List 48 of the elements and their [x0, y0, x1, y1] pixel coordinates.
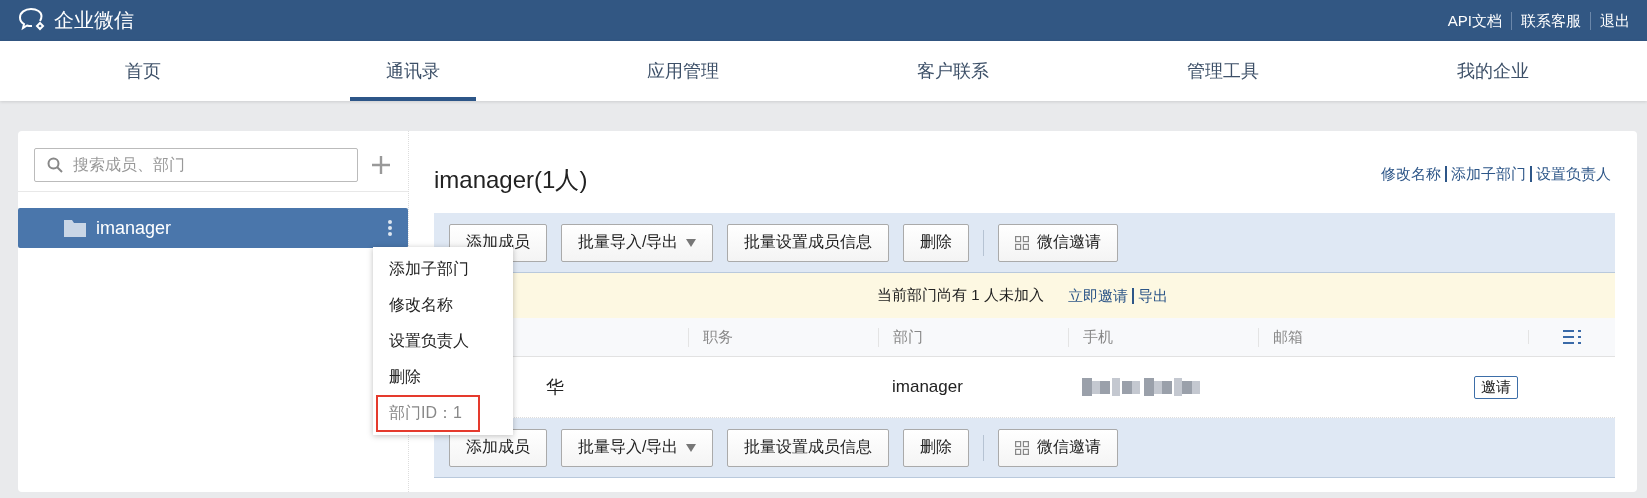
department-link[interactable]: 设置负责人: [1530, 166, 1615, 182]
menu-info-text: 部门ID：1: [376, 394, 480, 432]
table-cell: imanager: [892, 377, 963, 397]
menu-item[interactable]: 修改名称: [376, 286, 463, 324]
nav-tab[interactable]: 我的企业: [1430, 41, 1556, 101]
dropdown-button[interactable]: 批量导入/导出: [561, 428, 714, 467]
search-icon: [47, 157, 63, 173]
caret-icon: [686, 238, 697, 247]
toolbar-button[interactable]: 删除: [903, 223, 970, 262]
search-field[interactable]: 搜索成员、部门: [34, 148, 358, 182]
department-link[interactable]: 添加子部门: [1445, 166, 1530, 182]
nav-tab[interactable]: 管理工具: [1160, 41, 1286, 101]
column-header: 职务: [703, 327, 733, 347]
header-link[interactable]: 联系客服: [1511, 11, 1590, 30]
more-icon[interactable]: [388, 220, 392, 236]
column-header: 部门: [893, 327, 923, 347]
nav-tab[interactable]: 应用管理: [620, 41, 746, 101]
nav-tab[interactable]: 客户联系: [890, 41, 1016, 101]
column-header: 手机: [1083, 327, 1113, 347]
qr-code-icon: [1015, 235, 1030, 250]
caret-icon: [686, 443, 697, 452]
department-link[interactable]: 修改名称: [1377, 166, 1445, 182]
invite-button[interactable]: 邀请: [1474, 375, 1518, 399]
tree-item[interactable]: imanager: [18, 208, 408, 248]
nav-tab[interactable]: 首页: [80, 41, 206, 101]
nav-tab[interactable]: 通讯录: [350, 41, 476, 101]
column-header: 邮箱: [1273, 327, 1303, 347]
folder-icon: [64, 219, 86, 237]
notice-text: 当前部门尚有 1 人未加入: [877, 286, 1044, 305]
column-settings-icon[interactable]: [1563, 330, 1581, 344]
notice-link[interactable]: 立即邀请: [1063, 287, 1132, 304]
department-title: imanager(1人): [434, 165, 588, 195]
notice-link[interactable]: 导出: [1131, 287, 1172, 304]
toolbar-button[interactable]: 微信邀请: [998, 223, 1119, 262]
menu-item[interactable]: 设置负责人: [376, 322, 479, 360]
header-link[interactable]: API文档: [1438, 11, 1511, 30]
toolbar-button[interactable]: 微信邀请: [998, 428, 1119, 467]
table-cell-text: 华: [546, 376, 564, 399]
toolbar-button[interactable]: 批量设置成员信息: [727, 223, 890, 262]
menu-item[interactable]: 删除: [376, 358, 431, 396]
tree-item-label: imanager: [96, 217, 173, 239]
qr-code-icon: [1015, 440, 1030, 455]
toolbar-button[interactable]: 删除: [903, 428, 970, 467]
app-title: 企业微信: [54, 8, 134, 33]
header-link[interactable]: 退出: [1590, 11, 1639, 30]
add-icon[interactable]: [372, 156, 390, 174]
toolbar-button[interactable]: 批量设置成员信息: [727, 428, 890, 467]
dropdown-button[interactable]: 批量导入/导出: [561, 223, 714, 262]
